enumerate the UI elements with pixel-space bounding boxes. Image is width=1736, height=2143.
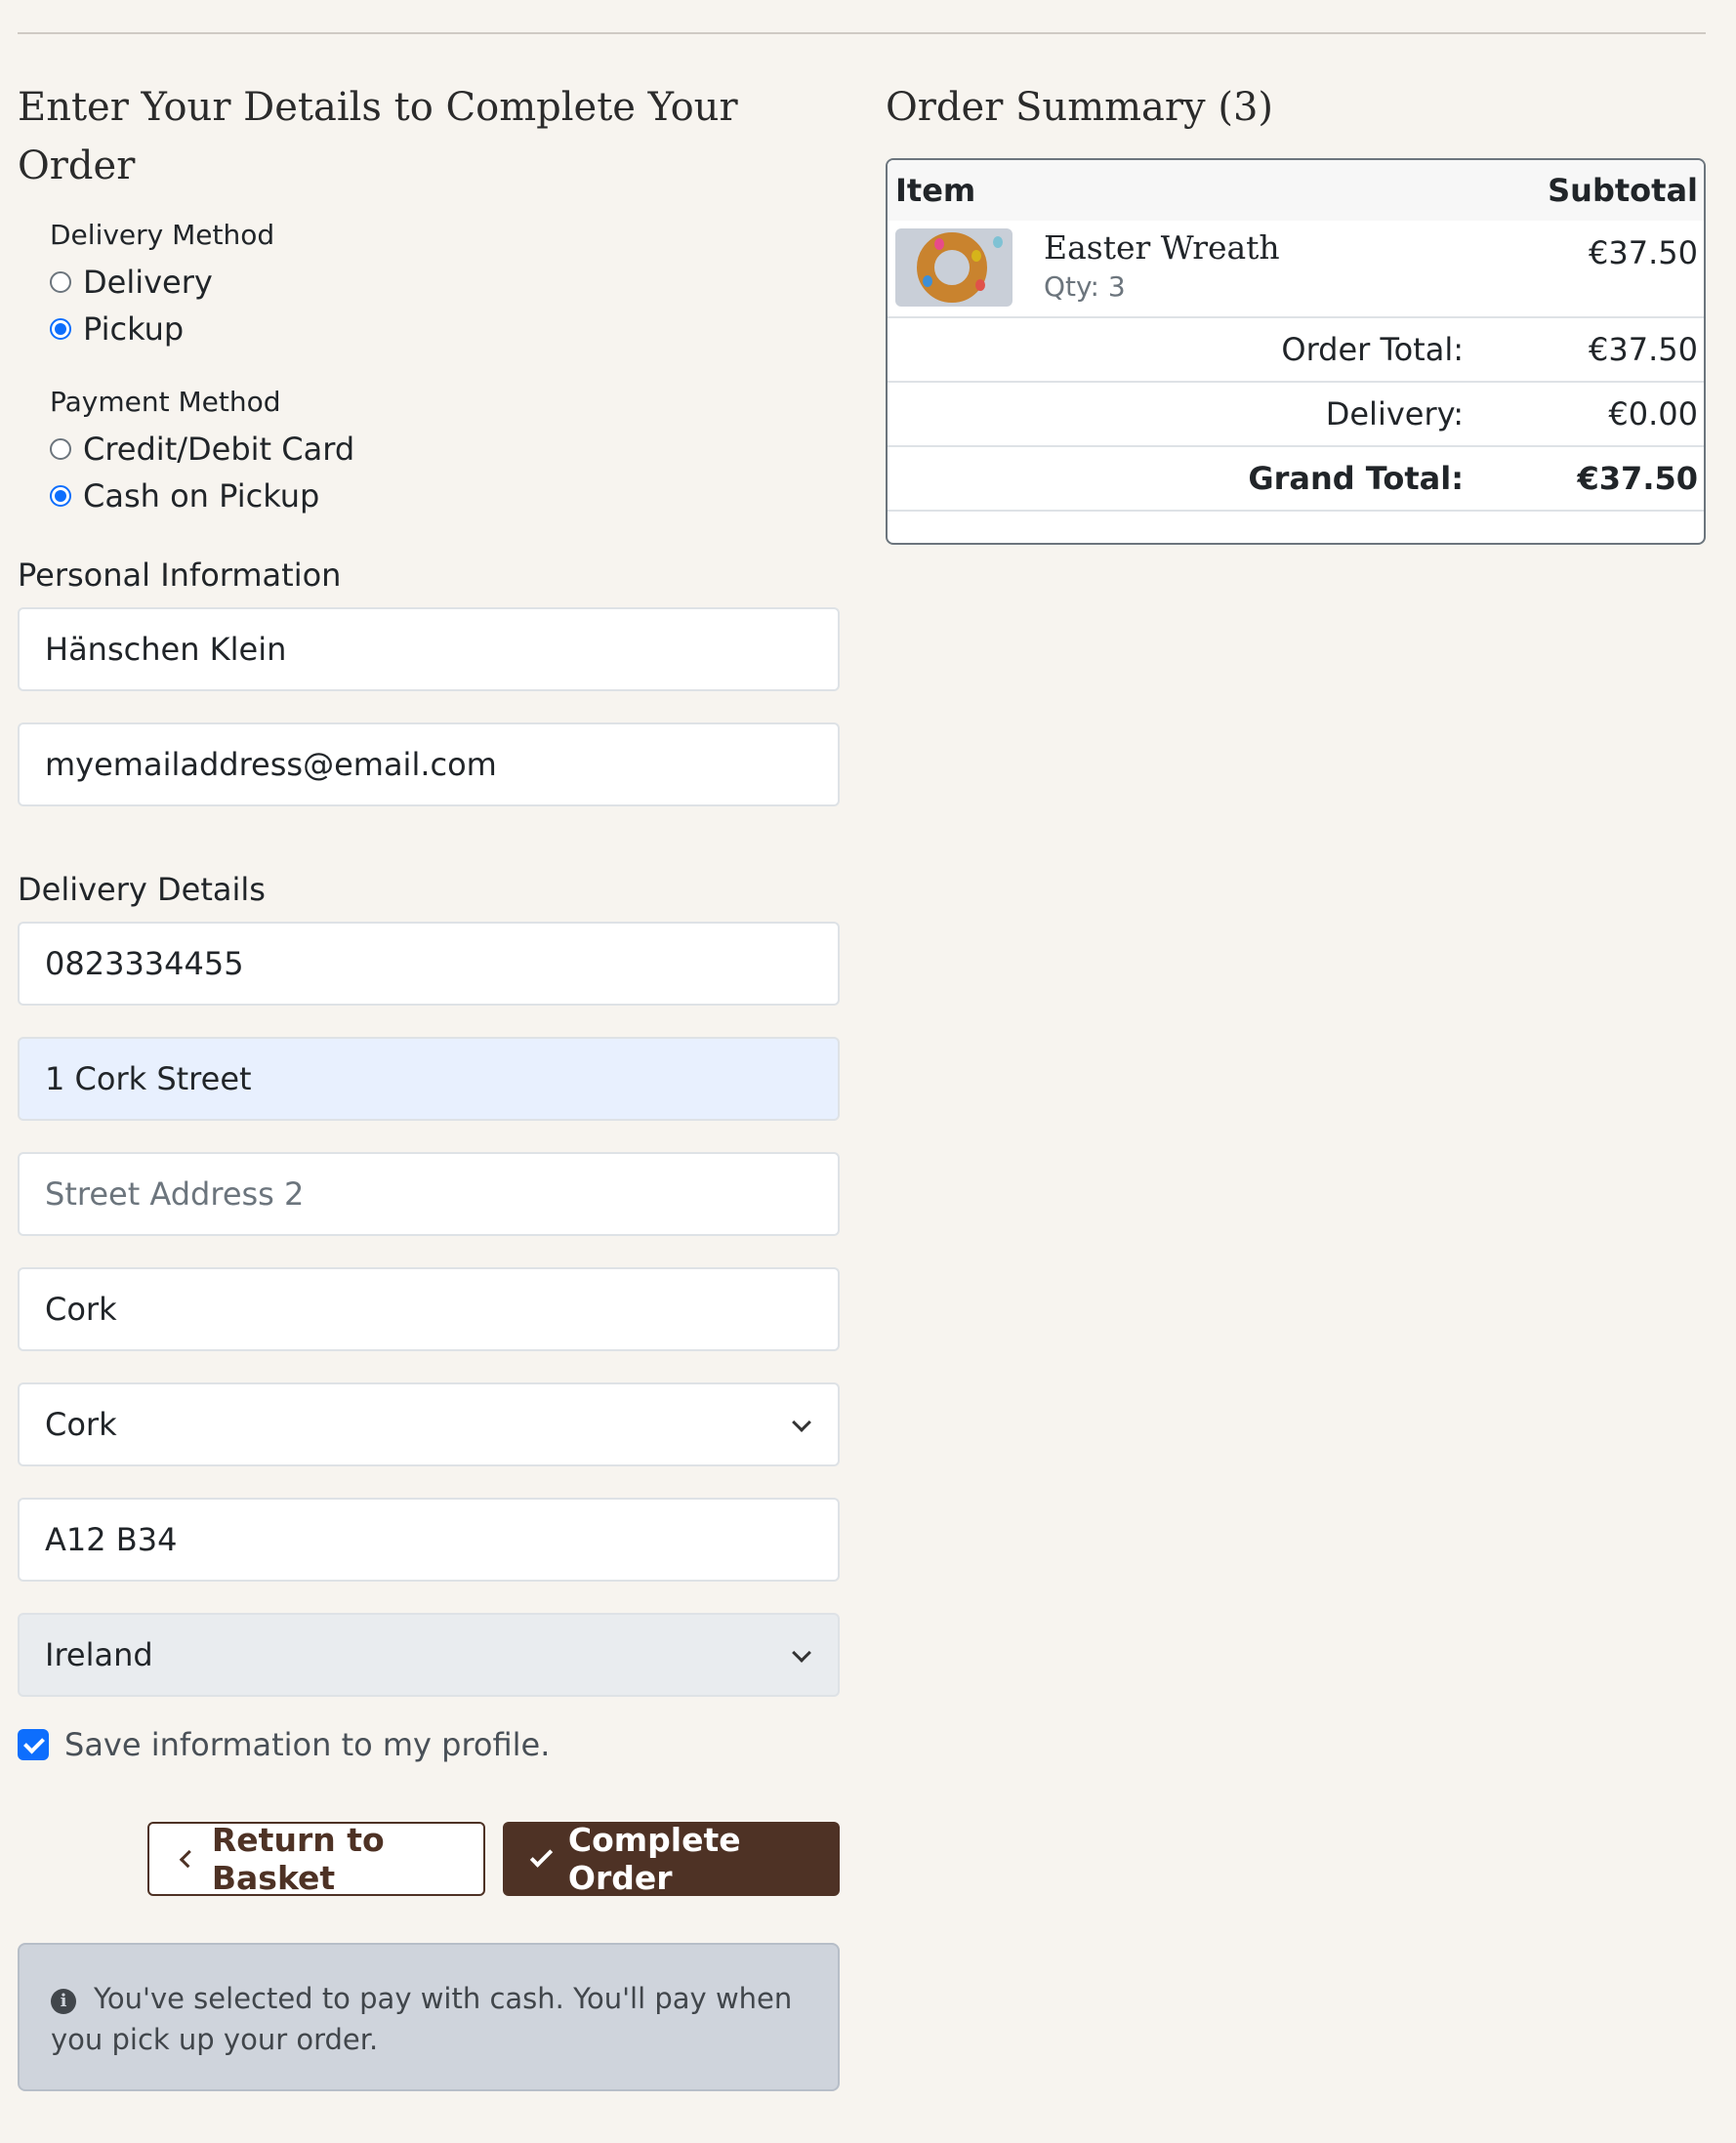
complete-order-button[interactable]: Complete Order [503, 1821, 840, 1897]
chevron-down-icon [792, 1643, 811, 1663]
radio-pickup[interactable] [50, 318, 71, 340]
grand-total-value: €37.50 [1577, 460, 1698, 497]
county-select[interactable]: Cork [18, 1382, 840, 1466]
street-address-2-input[interactable]: Street Address 2 [18, 1152, 840, 1236]
phone-input[interactable]: 0823334455 [18, 922, 840, 1006]
radio-card[interactable] [50, 438, 71, 460]
name-input[interactable]: Hänschen Klein [18, 607, 840, 691]
delivery-value: €0.00 [1608, 395, 1698, 433]
grand-total-row: Grand Total: €37.50 [888, 447, 1704, 512]
email-value: myemailaddress@email.com [45, 746, 497, 783]
phone-value: 0823334455 [45, 945, 244, 982]
delivery-label: Delivery: [1325, 395, 1464, 433]
radio-delivery[interactable] [50, 271, 71, 293]
payment-option-card[interactable]: Credit/Debit Card [50, 426, 840, 473]
delivery-option-delivery[interactable]: Delivery [50, 259, 840, 306]
name-value: Hänschen Klein [45, 631, 287, 668]
product-thumbnail [895, 228, 1013, 307]
delivery-details-section: Delivery Details 0823334455 1 Cork Stree… [18, 871, 840, 1697]
personal-information-label: Personal Information [18, 556, 342, 594]
radio-card-label: Credit/Debit Card [83, 431, 355, 468]
save-profile-label: Save information to my profile. [64, 1726, 551, 1763]
email-input[interactable]: myemailaddress@email.com [18, 722, 840, 806]
payment-method-group: Payment Method Credit/Debit Card Cash on… [50, 386, 840, 519]
delivery-method-label: Delivery Method [50, 219, 275, 251]
chevron-left-icon [179, 1849, 198, 1869]
table-row: Easter Wreath Qty: 3 €37.50 [888, 221, 1704, 318]
radio-cash-label: Cash on Pickup [83, 477, 320, 515]
save-profile-checkbox[interactable] [18, 1729, 49, 1760]
cash-payment-alert: i You've selected to pay with cash. You'l… [18, 1943, 840, 2091]
table-header: Item Subtotal [888, 160, 1704, 221]
radio-delivery-label: Delivery [83, 264, 213, 301]
column-header-item: Item [895, 172, 976, 209]
order-total-row: Order Total: €37.50 [888, 318, 1704, 383]
street-address-2-placeholder: Street Address 2 [45, 1175, 305, 1213]
delivery-method-group: Delivery Method Delivery Pickup [50, 219, 840, 352]
radio-pickup-label: Pickup [83, 310, 185, 348]
save-profile-checkbox-row[interactable]: Save information to my profile. [18, 1726, 840, 1763]
grand-total-label: Grand Total: [1248, 460, 1464, 497]
item-quantity: Qty: 3 [1044, 270, 1126, 303]
column-header-subtotal: Subtotal [1548, 172, 1698, 209]
order-summary-title: Order Summary (3) [886, 85, 1273, 130]
order-total-label: Order Total: [1281, 331, 1464, 368]
payment-option-cash[interactable]: Cash on Pickup [50, 473, 840, 519]
personal-information-section: Personal Information Hänschen Klein myem… [18, 556, 840, 806]
delivery-option-pickup[interactable]: Pickup [50, 306, 840, 352]
delivery-row: Delivery: €0.00 [888, 383, 1704, 447]
order-summary-table: Item Subtotal Easter Wreath Qty: 3 €37.5… [886, 158, 1706, 545]
info-icon: i [51, 1989, 76, 2014]
item-info: Easter Wreath Qty: 3 [1044, 221, 1280, 303]
top-divider [18, 32, 1706, 34]
return-to-basket-label: Return to Basket [211, 1821, 385, 1897]
payment-method-label: Payment Method [50, 386, 281, 418]
page-title: Enter Your Details to Complete Your Orde… [18, 85, 738, 188]
street-address-1-input[interactable]: 1 Cork Street [18, 1037, 840, 1121]
city-input[interactable]: Cork [18, 1267, 840, 1351]
alert-text: You've selected to pay with cash. You'll… [51, 1982, 793, 2056]
delivery-details-label: Delivery Details [18, 871, 266, 908]
item-name: Easter Wreath [1044, 228, 1280, 267]
order-total-value: €37.50 [1589, 331, 1698, 368]
radio-cash[interactable] [50, 485, 71, 507]
city-value: Cork [45, 1291, 117, 1328]
country-selected-value: Ireland [45, 1636, 153, 1673]
county-selected-value: Cork [45, 1406, 117, 1443]
complete-order-label: Complete Order [567, 1821, 741, 1897]
postcode-value: A12 B34 [45, 1521, 178, 1558]
country-select[interactable]: Ireland [18, 1613, 840, 1697]
item-subtotal: €37.50 [1589, 234, 1698, 271]
order-summary: Order Summary (3) Item Subtotal Easter W… [886, 78, 1706, 545]
checkout-form: Enter Your Details to Complete Your Orde… [18, 78, 840, 2091]
check-icon [529, 1844, 554, 1868]
form-actions: Return to Basket Complete Order [18, 1821, 840, 1897]
street-address-1-value: 1 Cork Street [45, 1060, 252, 1097]
postcode-input[interactable]: A12 B34 [18, 1498, 840, 1582]
chevron-down-icon [792, 1413, 811, 1432]
return-to-basket-button[interactable]: Return to Basket [147, 1821, 485, 1897]
